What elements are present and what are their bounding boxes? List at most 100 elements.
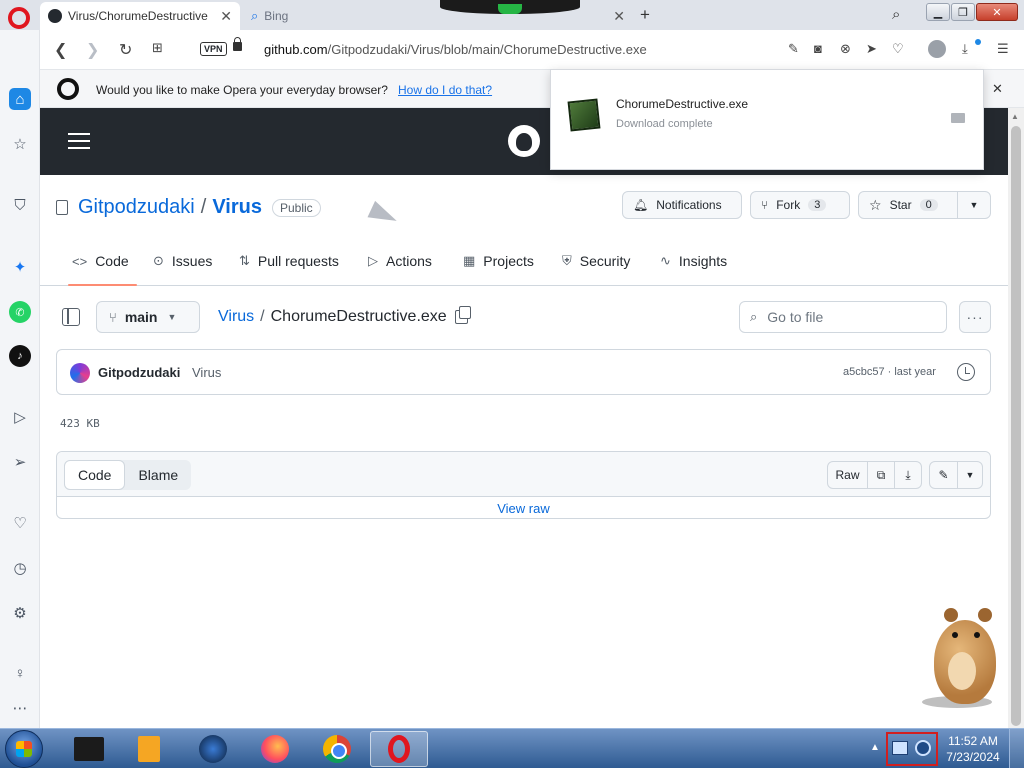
download-filename[interactable]: ChorumeDestructive.exe bbox=[616, 97, 748, 111]
tab-insights[interactable]: ∿ Insights bbox=[660, 253, 727, 269]
tab-close-icon[interactable]: ✕ bbox=[613, 8, 625, 25]
repo-separator: / bbox=[200, 196, 207, 218]
tray-expand-icon[interactable]: ▲ bbox=[870, 742, 880, 753]
issues-icon: ⊙ bbox=[153, 253, 164, 268]
menu-icon[interactable] bbox=[68, 133, 90, 149]
view-raw-link[interactable]: View raw bbox=[57, 501, 990, 516]
branch-selector[interactable]: ⑂ main ▼ bbox=[96, 301, 200, 333]
heart-icon[interactable]: ♡ bbox=[892, 41, 904, 57]
tab-label: Security bbox=[579, 253, 631, 269]
network-icon[interactable] bbox=[892, 741, 908, 755]
star-button[interactable]: ☆ Star 0 bbox=[858, 191, 958, 219]
maximize-button[interactable]: ❐ bbox=[951, 3, 975, 21]
commit-message-link[interactable]: Virus bbox=[192, 365, 221, 380]
back-button[interactable]: ❮ bbox=[54, 40, 67, 60]
minimize-button[interactable]: ▁ bbox=[926, 3, 950, 21]
fork-button[interactable]: ⑂ Fork 3 bbox=[750, 191, 850, 219]
snapshot-icon[interactable]: ✎ bbox=[788, 41, 799, 57]
messenger-icon[interactable]: ✦ bbox=[9, 256, 31, 278]
page-scrollbar[interactable]: ▲ bbox=[1008, 108, 1024, 728]
taskbar-app-opera[interactable] bbox=[370, 731, 428, 767]
breadcrumb-repo-link[interactable]: Virus bbox=[218, 308, 254, 326]
adblock-icon[interactable]: ⊗ bbox=[840, 41, 851, 57]
shield-icon: ⛨ bbox=[562, 253, 572, 268]
notifications-button[interactable]: 🔔︎ Notifications bbox=[622, 191, 742, 219]
more-options-button[interactable]: ··· bbox=[959, 301, 991, 333]
tiktok-icon[interactable]: ♪ bbox=[9, 345, 31, 367]
forward-button[interactable]: ❯ bbox=[86, 40, 99, 60]
history-icon[interactable] bbox=[957, 363, 975, 381]
security-tray-icon[interactable] bbox=[915, 740, 931, 756]
copy-path-icon[interactable] bbox=[454, 306, 471, 324]
player-icon[interactable]: ▷ bbox=[9, 406, 31, 428]
download-icon[interactable]: ⤓ bbox=[962, 41, 968, 57]
github-logo-icon[interactable] bbox=[508, 125, 540, 157]
tab-overview-icon[interactable]: ⊞ bbox=[152, 40, 163, 56]
opera-menu-icon[interactable] bbox=[8, 7, 30, 29]
tab-search-icon[interactable]: ⌕ bbox=[892, 6, 900, 23]
tab-close-icon[interactable]: ✕ bbox=[220, 8, 232, 25]
tab-security[interactable]: ⛨ Security bbox=[562, 253, 630, 269]
taskbar-app-globe[interactable] bbox=[184, 731, 242, 767]
taskbar-app-terminal[interactable] bbox=[60, 731, 118, 767]
taskbar-app-firefox[interactable] bbox=[246, 731, 304, 767]
whatsapp-icon[interactable]: ✆ bbox=[9, 301, 31, 323]
firefox-icon bbox=[261, 735, 289, 763]
show-desktop-button[interactable] bbox=[1009, 729, 1024, 768]
avatar[interactable] bbox=[70, 363, 90, 383]
close-window-button[interactable]: ✕ bbox=[976, 3, 1018, 21]
repo-name-link[interactable]: Virus bbox=[212, 196, 262, 219]
lightbulb-icon[interactable]: ♀ bbox=[9, 662, 31, 684]
how-do-i-link[interactable]: How do I do that? bbox=[398, 83, 492, 97]
download-raw-icon[interactable]: ⤓ bbox=[894, 461, 922, 489]
tab-github[interactable]: Virus/ChorumeDestructive ✕ bbox=[40, 2, 240, 30]
shopping-bag-icon[interactable]: ⛉ bbox=[9, 194, 31, 216]
star-icon[interactable]: ☆ bbox=[9, 133, 31, 155]
clock-time[interactable]: 11:52 AM bbox=[944, 734, 1002, 748]
history-icon[interactable]: ◷ bbox=[9, 557, 31, 579]
code-view-button[interactable]: Code bbox=[64, 460, 126, 490]
more-icon[interactable]: ⋯ bbox=[9, 697, 31, 719]
go-to-file-input[interactable]: ⌕ Go to file bbox=[739, 301, 947, 333]
taskbar-app-chrome[interactable] bbox=[308, 731, 366, 767]
tab-projects[interactable]: ▦ Projects bbox=[463, 253, 534, 269]
send-icon[interactable]: ➢ bbox=[9, 451, 31, 473]
tab-pull-requests[interactable]: ⇅ Pull requests bbox=[239, 253, 339, 269]
lock-icon[interactable] bbox=[233, 37, 242, 51]
blame-view-button[interactable]: Blame bbox=[125, 460, 191, 490]
star-icon: ☆ bbox=[869, 196, 882, 213]
start-button[interactable] bbox=[5, 730, 43, 768]
file-tree-toggle-icon[interactable] bbox=[62, 308, 80, 326]
heart-icon[interactable]: ♡ bbox=[9, 512, 31, 534]
file-size: 423 KB bbox=[60, 417, 100, 430]
download-indicator-dot bbox=[975, 39, 981, 45]
tab-issues[interactable]: ⊙ Issues bbox=[153, 253, 212, 269]
copy-raw-icon[interactable]: ⧉ bbox=[867, 461, 895, 489]
home-icon[interactable]: ⌂ bbox=[9, 88, 31, 110]
star-list-dropdown[interactable]: ▼ bbox=[957, 191, 991, 219]
profile-icon[interactable] bbox=[928, 40, 946, 58]
clock-date[interactable]: 7/23/2024 bbox=[944, 750, 1002, 764]
chevron-down-icon[interactable]: ▼ bbox=[957, 461, 983, 489]
taskbar-app-media[interactable] bbox=[120, 731, 178, 767]
easy-setup-icon[interactable]: ☰ bbox=[997, 41, 1009, 57]
graph-icon: ∿ bbox=[660, 253, 671, 268]
new-tab-button[interactable]: + bbox=[640, 5, 650, 25]
tab-code[interactable]: <> Code bbox=[68, 253, 137, 286]
settings-icon[interactable]: ⚙ bbox=[9, 602, 31, 624]
scroll-thumb[interactable] bbox=[1011, 126, 1021, 726]
url-field[interactable]: github.com/Gitpodzudaki/Virus/blob/main/… bbox=[264, 42, 647, 57]
commit-author-link[interactable]: Gitpodzudaki bbox=[98, 365, 180, 380]
vpn-badge[interactable]: VPN bbox=[200, 42, 227, 56]
scroll-up-icon[interactable]: ▲ bbox=[1011, 112, 1019, 121]
send-icon[interactable]: ➤ bbox=[866, 41, 877, 57]
raw-button[interactable]: Raw bbox=[827, 461, 868, 489]
commit-meta[interactable]: a5cbc57 · last year bbox=[843, 366, 936, 378]
close-icon[interactable]: ✕ bbox=[992, 81, 1003, 97]
reload-button[interactable]: ↻ bbox=[119, 40, 132, 60]
camera-icon[interactable]: ◙ bbox=[814, 41, 822, 56]
folder-icon[interactable] bbox=[951, 113, 965, 123]
edit-pencil-icon[interactable]: ✎ bbox=[929, 461, 958, 489]
tab-actions[interactable]: ▷ Actions bbox=[368, 253, 432, 269]
repo-owner-link[interactable]: Gitpodzudaki bbox=[78, 196, 195, 219]
